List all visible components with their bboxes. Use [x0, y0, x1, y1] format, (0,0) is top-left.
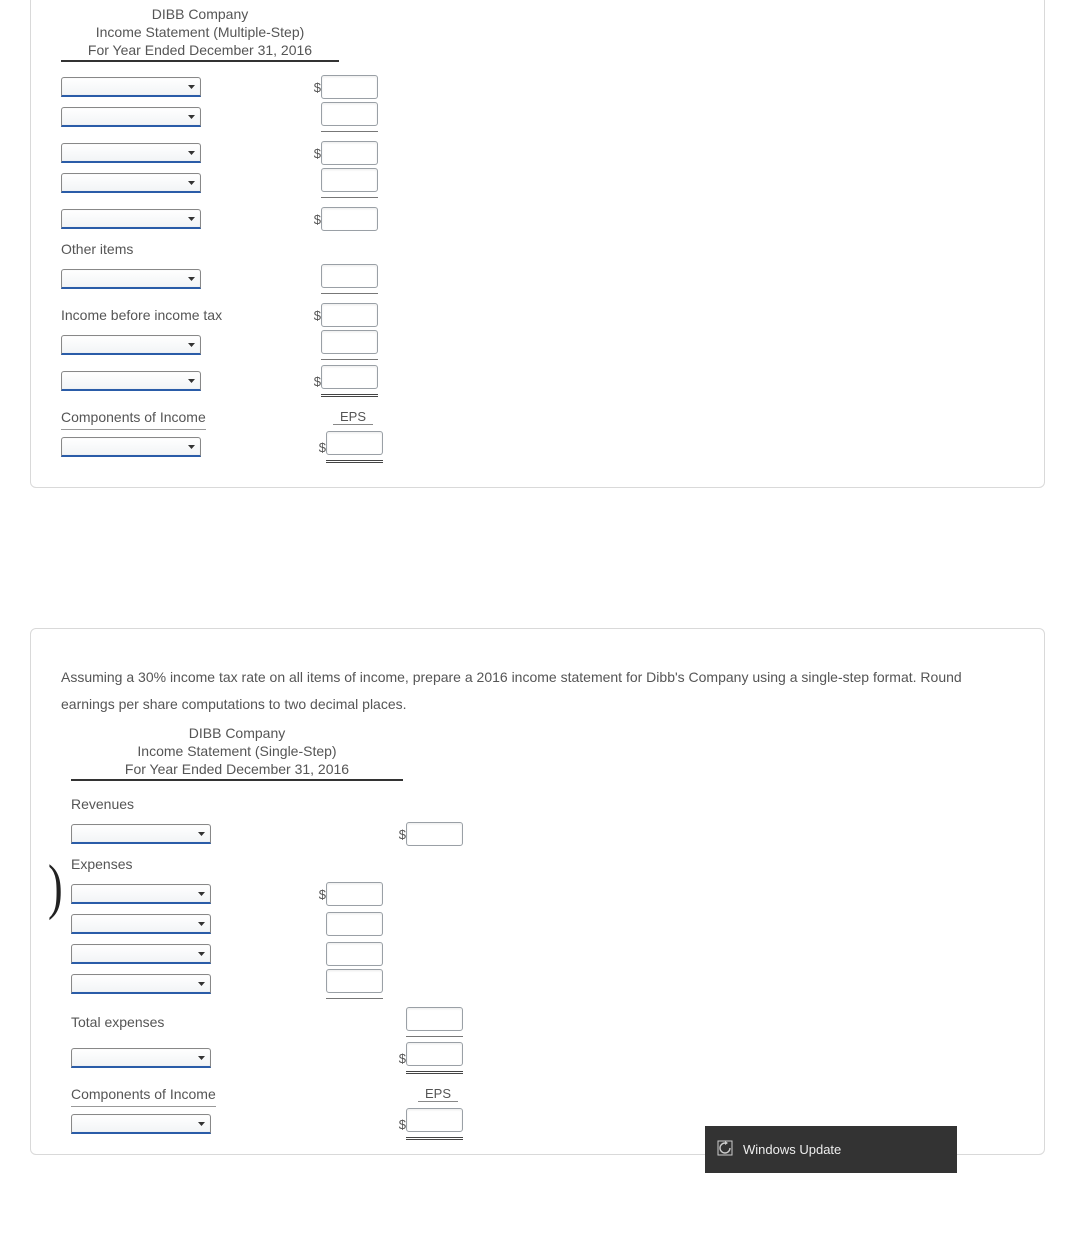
multiple-step-panel: DIBB Company Income Statement (Multiple-…	[30, 0, 1045, 488]
single-instructions: Assuming a 30% income tax rate on all it…	[61, 664, 1014, 717]
chevron-down-icon	[187, 341, 196, 350]
multi-input-9[interactable]	[321, 365, 378, 389]
multi-select-10[interactable]	[61, 437, 201, 457]
windows-update-toast[interactable]: Windows Update	[705, 1126, 957, 1173]
chevron-down-icon	[197, 1054, 206, 1063]
multi-select-9[interactable]	[61, 371, 201, 391]
total-expenses-label: Total expenses	[71, 1014, 266, 1030]
single-exp-select-3[interactable]	[71, 944, 211, 964]
multi-select-4[interactable]	[61, 173, 201, 193]
single-exp-input-1[interactable]	[326, 882, 383, 906]
single-exp-select-1[interactable]	[71, 884, 211, 904]
multi-select-1[interactable]	[61, 77, 201, 97]
total-expenses-input[interactable]	[406, 1007, 463, 1031]
single-header: DIBB Company Income Statement (Single-St…	[71, 725, 403, 781]
single-eps-input[interactable]	[406, 1108, 463, 1132]
chevron-down-icon	[187, 215, 196, 224]
multi-input-8[interactable]	[321, 330, 378, 354]
multi-select-8[interactable]	[61, 335, 201, 355]
eps-header: EPS	[333, 409, 373, 425]
chevron-down-icon	[187, 83, 196, 92]
multi-select-6[interactable]	[61, 269, 201, 289]
chevron-down-icon	[197, 890, 206, 899]
multi-eps-input[interactable]	[326, 431, 383, 455]
single-exp-input-4[interactable]	[326, 969, 383, 993]
revenues-label: Revenues	[71, 796, 266, 812]
multi-input-1[interactable]	[321, 75, 378, 99]
single-eps-select[interactable]	[71, 1114, 211, 1134]
single-period: For Year Ended December 31, 2016	[71, 761, 403, 779]
chevron-down-icon	[197, 980, 206, 989]
single-title: Income Statement (Single-Step)	[71, 743, 403, 761]
single-exp-select-2[interactable]	[71, 914, 211, 934]
single-netincome-select[interactable]	[71, 1048, 211, 1068]
chevron-down-icon	[187, 179, 196, 188]
single-components-label: Components of Income	[71, 1086, 216, 1107]
multi-period: For Year Ended December 31, 2016	[61, 42, 339, 60]
chevron-down-icon	[197, 1120, 206, 1129]
multi-input-6[interactable]	[321, 264, 378, 288]
single-exp-select-4[interactable]	[71, 974, 211, 994]
multi-header: DIBB Company Income Statement (Multiple-…	[61, 6, 339, 62]
multi-select-3[interactable]	[61, 143, 201, 163]
chevron-down-icon	[197, 830, 206, 839]
multi-input-2[interactable]	[321, 102, 378, 126]
single-company: DIBB Company	[71, 725, 403, 743]
chevron-down-icon	[197, 920, 206, 929]
single-eps-header: EPS	[418, 1086, 458, 1102]
expenses-label: Expenses	[71, 856, 266, 872]
multi-input-4[interactable]	[321, 168, 378, 192]
refresh-icon	[717, 1140, 743, 1159]
other-items-label: Other items	[61, 241, 256, 257]
ibt-label: Income before income tax	[61, 307, 246, 323]
single-rev-input[interactable]	[406, 822, 463, 846]
ibt-input[interactable]	[321, 303, 378, 327]
single-exp-input-3[interactable]	[326, 942, 383, 966]
single-step-panel: Assuming a 30% income tax rate on all it…	[30, 628, 1045, 1155]
chevron-down-icon	[187, 113, 196, 122]
single-netincome-input[interactable]	[406, 1042, 463, 1066]
multi-input-5[interactable]	[321, 207, 378, 231]
multi-input-3[interactable]	[321, 141, 378, 165]
stray-paren-icon: )	[48, 851, 63, 922]
chevron-down-icon	[197, 950, 206, 959]
chevron-down-icon	[187, 275, 196, 284]
single-rev-select[interactable]	[71, 824, 211, 844]
single-exp-input-2[interactable]	[326, 912, 383, 936]
chevron-down-icon	[187, 149, 196, 158]
multi-title: Income Statement (Multiple-Step)	[61, 24, 339, 42]
chevron-down-icon	[187, 443, 196, 452]
multi-select-2[interactable]	[61, 107, 201, 127]
multi-select-5[interactable]	[61, 209, 201, 229]
components-label: Components of Income	[61, 409, 206, 430]
multi-company: DIBB Company	[61, 6, 339, 24]
dollar-sign: $	[311, 80, 321, 95]
toast-text: Windows Update	[743, 1142, 841, 1157]
chevron-down-icon	[187, 377, 196, 386]
